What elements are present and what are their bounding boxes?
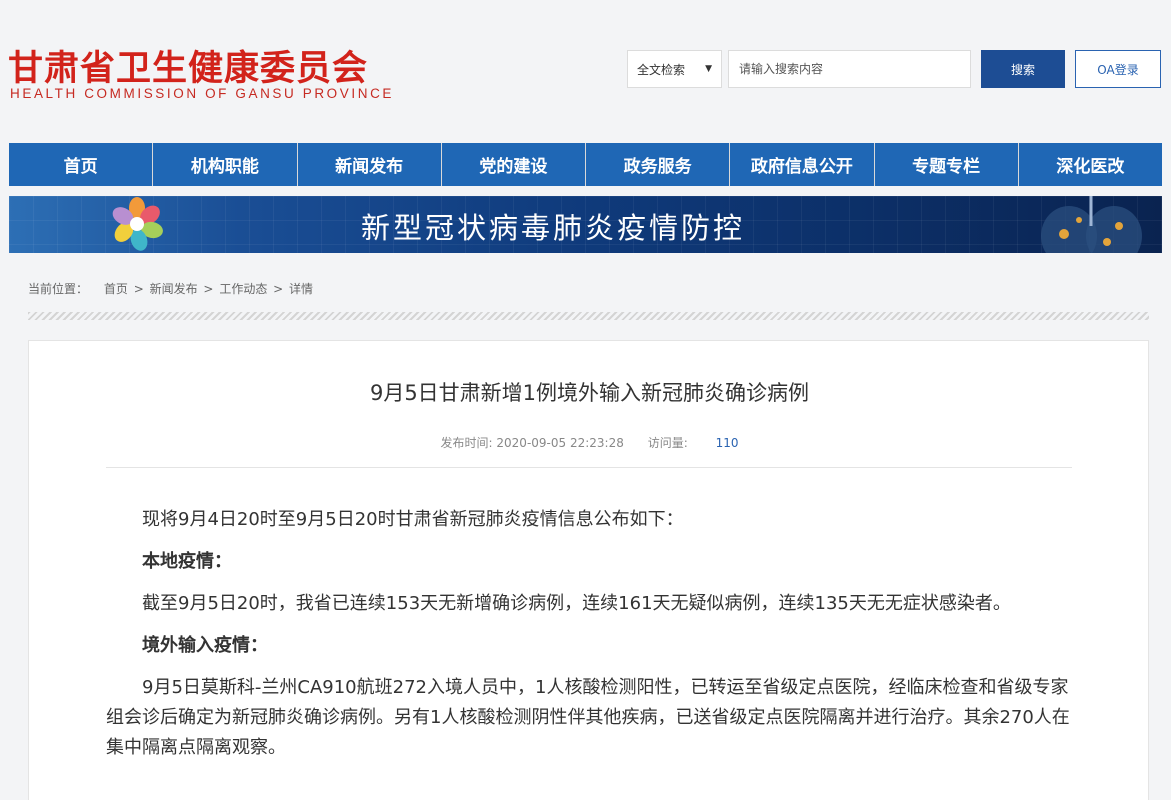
section-heading-imported: 境外输入疫情： <box>142 635 268 656</box>
publish-time: 2020-09-05 22:23:28 <box>496 436 624 450</box>
nav-item-functions[interactable]: 机构职能 <box>153 143 297 186</box>
search-scope-value: 全文检索 <box>637 62 686 77</box>
breadcrumb-work[interactable]: 工作动态 <box>219 282 267 296</box>
article-title: 9月5日甘肃新增1例境外输入新冠肺炎确诊病例 <box>369 381 810 405</box>
site-logo-subtitle: HEALTH COMMISSION OF GANSU PROVINCE <box>10 86 395 101</box>
epidemic-banner[interactable]: 新型冠状病毒肺炎疫情防控 <box>9 196 1162 253</box>
nav-item-gov-info[interactable]: 政府信息公开 <box>730 143 874 186</box>
oa-login-button[interactable]: OA登录 <box>1075 50 1161 88</box>
site-logo-title[interactable]: 甘肃省卫生健康委员会 <box>8 40 368 91</box>
nav-item-news[interactable]: 新闻发布 <box>297 143 441 186</box>
breadcrumb-detail: 详情 <box>289 282 314 296</box>
article-panel: 9月5日甘肃新增1例境外输入新冠肺炎确诊病例 发布时间: 2020-09-05 … <box>28 340 1149 800</box>
search-input[interactable] <box>728 50 971 88</box>
breadcrumb-separator: > <box>203 282 214 296</box>
hatch-divider <box>28 312 1149 320</box>
site-header: 甘肃省卫生健康委员会 HEALTH COMMISSION OF GANSU PR… <box>0 0 1171 143</box>
article-paragraph: 截至9月5日20时，我省已连续153天无新增确诊病例，连续161天无疑似病例，连… <box>142 593 1011 614</box>
article-meta: 发布时间: 2020-09-05 22:23:28 访问量: 110 <box>29 434 1150 451</box>
views-count: 110 <box>715 436 739 450</box>
nav-item-reform[interactable]: 深化医改 <box>1018 143 1162 186</box>
lung-illustration-icon <box>1041 196 1142 253</box>
views-label: 访问量: <box>647 436 688 450</box>
breadcrumb-news[interactable]: 新闻发布 <box>150 282 198 296</box>
dropdown-caret-icon: ▼ <box>705 64 712 74</box>
article-paragraph: 现将9月4日20时至9月5日20时甘肃省新冠肺炎疫情信息公布如下： <box>142 509 684 530</box>
nav-item-topics[interactable]: 专题专栏 <box>874 143 1018 186</box>
breadcrumb-separator: > <box>133 282 144 296</box>
meta-divider <box>106 467 1072 468</box>
search-scope-select[interactable]: 全文检索 ▼ <box>627 50 722 88</box>
nav-item-party[interactable]: 党的建设 <box>441 143 585 186</box>
breadcrumb: 当前位置： 首页 > 新闻发布 > 工作动态 > 详情 <box>28 280 313 297</box>
nav-item-services[interactable]: 政务服务 <box>586 143 730 186</box>
main-nav: 首页 机构职能 新闻发布 党的建设 政务服务 政府信息公开 专题专栏 深化医改 <box>9 143 1162 186</box>
nav-item-home[interactable]: 首页 <box>9 143 153 186</box>
flower-icon <box>112 197 163 251</box>
article-body: 现将9月4日20时至9月5日20时甘肃省新冠肺炎疫情信息公布如下： 本地疫情： … <box>106 505 1072 775</box>
publish-label: 发布时间: <box>440 436 493 450</box>
breadcrumb-label: 当前位置： <box>28 282 89 296</box>
article-paragraph: 9月5日莫斯科-兰州CA910航班272入境人员中，1人核酸检测阳性，已转运至省… <box>106 677 1070 758</box>
search-button[interactable]: 搜索 <box>981 50 1065 88</box>
banner-title: 新型冠状病毒肺炎疫情防控 <box>361 211 746 245</box>
breadcrumb-home[interactable]: 首页 <box>104 282 128 296</box>
section-heading-local: 本地疫情： <box>142 551 232 572</box>
breadcrumb-separator: > <box>273 282 284 296</box>
